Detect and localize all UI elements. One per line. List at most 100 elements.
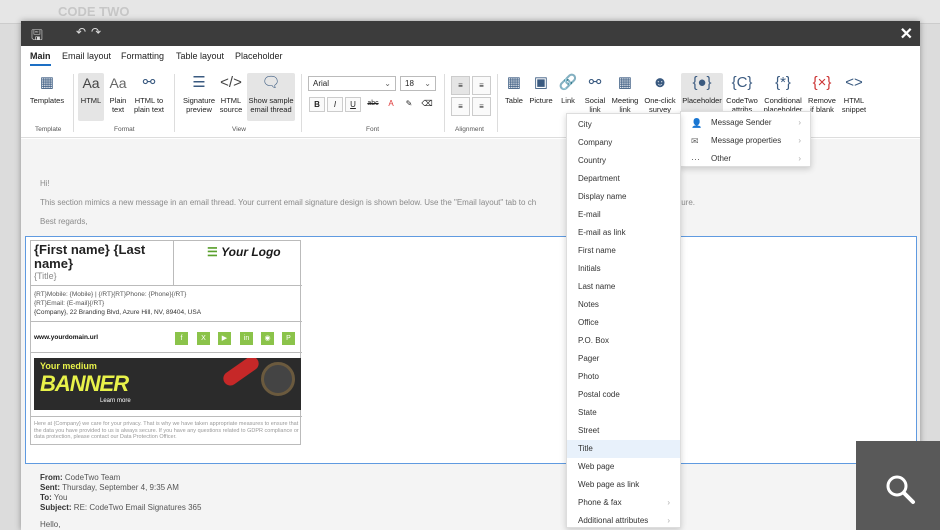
attribute-label: State: [578, 408, 597, 417]
attribute-item[interactable]: E-mail as link: [567, 224, 680, 242]
signature-title[interactable]: {Title}: [34, 271, 57, 281]
attribute-item[interactable]: Title: [567, 440, 680, 458]
chevron-down-icon: ⌄: [384, 79, 391, 88]
insert-picture-button[interactable]: ▣ Picture: [528, 73, 554, 105]
menu-item-other[interactable]: ⋯ Other ›: [681, 150, 810, 168]
tab-formatting[interactable]: Formatting: [121, 51, 164, 61]
clear-format-button[interactable]: ⌫: [419, 97, 435, 112]
search-overlay-button[interactable]: [856, 441, 940, 530]
signature-website[interactable]: www.yourdomain.url: [34, 334, 98, 341]
attribute-item[interactable]: E-mail: [567, 206, 680, 224]
attribute-item[interactable]: Initials: [567, 260, 680, 278]
attribute-item[interactable]: Web page: [567, 458, 680, 476]
codetwo-attribs-button[interactable]: {C} CodeTwo attribs: [725, 73, 759, 114]
plain-text-button[interactable]: Aa Plain text: [106, 73, 130, 114]
attribute-item[interactable]: Additional attributes ›: [567, 512, 680, 530]
attribute-item[interactable]: Office: [567, 314, 680, 332]
menu-item-message-sender[interactable]: 👤 Message Sender ›: [681, 114, 810, 132]
attribute-item[interactable]: Company: [567, 134, 680, 152]
from-label: From:: [40, 473, 63, 482]
tab-email-layout[interactable]: Email layout: [62, 51, 111, 61]
strikethrough-button[interactable]: abc: [365, 97, 381, 112]
remove-if-blank-button[interactable]: {×} Remove if blank: [807, 73, 837, 114]
signature-name[interactable]: {First name} {Last name}: [34, 243, 170, 271]
attribute-item[interactable]: Phone & fax ›: [567, 494, 680, 512]
show-thread-button[interactable]: 🗨 Show sample email thread: [247, 73, 295, 121]
font-color-button[interactable]: A: [383, 97, 399, 112]
html-aa-icon: Aa: [82, 75, 100, 91]
undo-icon[interactable]: ↶: [76, 25, 86, 39]
signature-email-line[interactable]: {RT}Email: {E-mail}{/RT}: [34, 300, 104, 307]
divider: [31, 416, 302, 417]
html-to-plain-button[interactable]: ⚯ HTML to plain text: [132, 73, 166, 114]
font-family-select[interactable]: Arial ⌄: [308, 76, 396, 91]
youtube-icon[interactable]: ▶: [218, 332, 231, 345]
attribute-label: First name: [578, 246, 616, 255]
attribute-item[interactable]: Photo: [567, 368, 680, 386]
signature-table[interactable]: {First name} {Last name} {Title} ☰ Your …: [30, 240, 302, 445]
html-source-button[interactable]: </> HTML source: [218, 73, 244, 114]
insert-survey-button[interactable]: ☻ One-click survey: [643, 73, 677, 114]
attribute-item[interactable]: Department: [567, 170, 680, 188]
chevron-right-icon: ›: [798, 136, 801, 145]
tab-placeholder[interactable]: Placeholder: [235, 51, 283, 61]
insert-meeting-link-button[interactable]: ▦ Meeting link: [610, 73, 640, 114]
attribute-item[interactable]: Pager: [567, 350, 680, 368]
underline-button[interactable]: U: [345, 97, 361, 112]
logo[interactable]: ☰ Your Logo: [207, 245, 281, 259]
banner-image[interactable]: Your medium BANNER Learn more: [34, 358, 301, 410]
insert-social-link-button[interactable]: ⚯ Social link: [582, 73, 608, 114]
attribute-item[interactable]: State: [567, 404, 680, 422]
signature-company-line[interactable]: {Company}, 22 Branding Blvd, Azure Hill,…: [34, 309, 201, 316]
attribute-item[interactable]: Postal code: [567, 386, 680, 404]
redo-icon[interactable]: ↷: [91, 25, 101, 39]
message-signoff: Best regards,: [40, 217, 88, 226]
attribute-item[interactable]: Street: [567, 422, 680, 440]
linkedin-icon[interactable]: in: [240, 332, 253, 345]
insert-link-button[interactable]: 🔗 Link: [557, 73, 579, 105]
attribute-item[interactable]: City: [567, 116, 680, 134]
conditional-placeholder-button[interactable]: {*} Conditional placeholder: [762, 73, 804, 114]
font-size-select[interactable]: 18 ⌄: [400, 76, 436, 91]
divider: [444, 74, 445, 132]
signature-phone-line[interactable]: {RT}Mobile: {Mobile} | {/RT}{RT}Phone: {…: [34, 291, 186, 298]
align-left-button[interactable]: ≡: [451, 76, 470, 95]
italic-button[interactable]: I: [327, 97, 343, 112]
chat-icon: 🗨: [261, 74, 281, 91]
templates-button[interactable]: ▦ Templates: [26, 73, 68, 105]
highlight-button[interactable]: ✎: [401, 97, 417, 112]
instagram-icon[interactable]: ◉: [261, 332, 274, 345]
menu-item-message-properties[interactable]: ✉ Message properties ›: [681, 132, 810, 150]
align-right-button[interactable]: ≡: [451, 97, 470, 116]
html-snippet-button[interactable]: <> HTML snippet: [840, 73, 868, 114]
envelope-icon: ✉: [691, 136, 699, 146]
insert-table-button[interactable]: ▦ Table: [502, 73, 526, 105]
tab-main[interactable]: Main: [30, 51, 51, 66]
bold-button[interactable]: B: [309, 97, 325, 112]
align-center-button[interactable]: ≡: [472, 76, 491, 95]
attribute-item[interactable]: First name: [567, 242, 680, 260]
attribute-item[interactable]: Country: [567, 152, 680, 170]
signature-preview-button[interactable]: ☰ Signature preview: [180, 73, 218, 114]
picture-label: Picture: [529, 96, 553, 105]
facebook-icon[interactable]: f: [175, 332, 188, 345]
tab-table-layout[interactable]: Table layout: [176, 51, 224, 61]
html-format-button[interactable]: Aa HTML: [78, 73, 104, 121]
attribute-item[interactable]: Last name: [567, 278, 680, 296]
remove-blank-icon: {×}: [812, 74, 832, 91]
justify-button[interactable]: ≡: [472, 97, 491, 116]
quoted-from: From: CodeTwo Team: [40, 473, 120, 482]
placeholder-label: Placeholder: [682, 96, 722, 105]
attribute-item[interactable]: Display name: [567, 188, 680, 206]
attribute-item[interactable]: Web page as link: [567, 476, 680, 494]
x-icon[interactable]: X: [197, 332, 210, 345]
close-icon[interactable]: ✕: [900, 24, 913, 44]
attribute-item[interactable]: Notes: [567, 296, 680, 314]
attribute-label: Phone & fax: [578, 498, 622, 507]
signature-disclaimer[interactable]: Here at {Company} we care for your priva…: [34, 421, 300, 441]
pinterest-icon[interactable]: P: [282, 332, 295, 345]
font-family-value: Arial: [313, 79, 330, 88]
signature-editor-frame[interactable]: {First name} {Last name} {Title} ☰ Your …: [25, 236, 917, 464]
plain-label: Plain text: [109, 96, 127, 114]
attribute-item[interactable]: P.O. Box: [567, 332, 680, 350]
